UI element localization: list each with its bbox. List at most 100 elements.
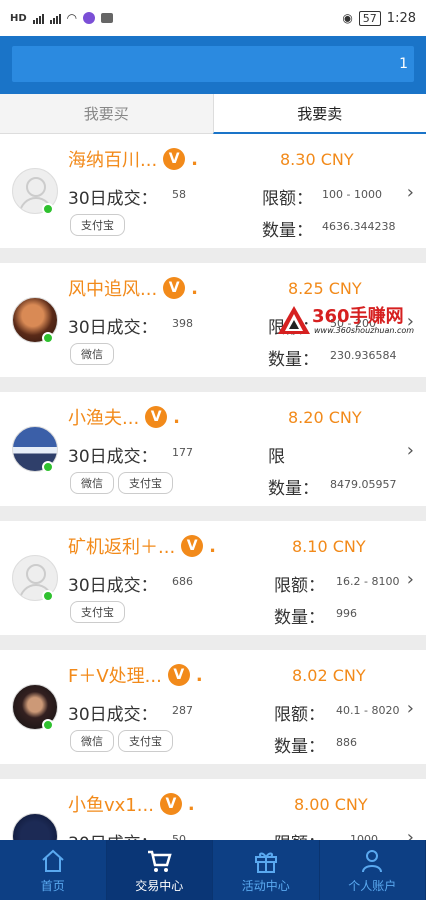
limit-label: 限额：: [262, 189, 313, 209]
volume-value: 398: [172, 317, 193, 330]
tab-trade-label: 交易中心: [135, 878, 184, 893]
price: 8.25 CNY: [288, 279, 362, 298]
chevron-right-icon[interactable]: ›: [407, 440, 414, 461]
status-bar: HD ◠ ◉ 57 1:28: [0, 0, 426, 36]
list-item[interactable]: 小渔夫... V. 30日成交： 177 微信 支付宝 8.20 CNY 限 数…: [0, 392, 426, 506]
header: 1: [0, 36, 426, 94]
list-item[interactable]: 海纳百川... V. 30日成交： 58 支付宝 8.30 CNY 限额： 10…: [0, 134, 426, 248]
volume-value: 287: [172, 704, 193, 717]
qty-label: 数量：: [274, 737, 325, 757]
hd-indicator: HD: [10, 12, 27, 24]
online-indicator: [42, 332, 54, 344]
payment-tag: 微信: [70, 472, 114, 494]
volume-label: 30日成交：: [68, 447, 158, 467]
user-icon: [362, 849, 383, 872]
qty-label: 数量：: [262, 221, 313, 241]
tab-account-label: 个人账户: [348, 878, 397, 893]
chevron-right-icon[interactable]: ›: [407, 182, 414, 203]
verified-icon: V: [163, 277, 186, 299]
price: 8.02 CNY: [292, 666, 366, 685]
volume-label: 30日成交：: [68, 705, 158, 725]
payment-tags: 支付宝: [70, 214, 125, 236]
online-indicator: [42, 203, 54, 215]
limit-value: 40.1 - 8020: [336, 704, 400, 717]
chevron-right-icon[interactable]: ›: [407, 311, 414, 332]
search-input[interactable]: 1: [12, 46, 414, 82]
price: 8.00 CNY: [294, 795, 368, 814]
qty-label: 数量：: [274, 608, 325, 628]
price: 8.30 CNY: [280, 150, 354, 169]
limit-label: 限额：: [274, 705, 325, 725]
online-indicator: [42, 461, 54, 473]
verified-icon: V: [163, 148, 186, 170]
volume-value: 50: [172, 833, 186, 840]
list-item[interactable]: 风中追风... V. 30日成交： 398 微信 8.25 CNY 限额： 50…: [0, 263, 426, 377]
trade-tabs: 我要买 我要卖: [0, 94, 426, 134]
payment-tag: 微信: [70, 343, 114, 365]
merchant-name: 小鱼vx1...: [68, 795, 154, 816]
qty-label: 数量：: [268, 350, 319, 370]
chevron-right-icon[interactable]: ›: [407, 827, 414, 840]
merchant-name: 风中追风...: [68, 279, 158, 300]
tab-home[interactable]: 首页: [0, 840, 107, 900]
search-value: 1: [399, 56, 408, 72]
volume-value: 177: [172, 446, 193, 459]
home-icon: [42, 849, 64, 872]
list-item[interactable]: 小鱼vx1... V. 30日成交： 50 8.00 CNY 限额： 1000 …: [0, 779, 426, 840]
qty-value: 230.936584: [330, 349, 397, 362]
qty-value: 4636.344238: [322, 220, 396, 233]
merchant-name: 矿机返利＋...: [68, 537, 176, 558]
gift-icon: [254, 852, 277, 873]
tab-account[interactable]: 个人账户: [320, 840, 426, 900]
signal-4g-icon: [49, 13, 61, 24]
bottom-tab-bar: 首页 交易中心 活动中心 个人账户: [0, 840, 426, 900]
tab-activity-label: 活动中心: [241, 878, 290, 893]
limit-value: 50 - 200: [330, 317, 376, 330]
verified-icon: V: [145, 406, 168, 428]
price: 8.10 CNY: [292, 537, 366, 556]
tab-home-label: 首页: [40, 878, 65, 893]
default-avatar-icon: [26, 177, 46, 197]
merchant-name: F＋V处理...: [68, 666, 162, 687]
status-time: 1:28: [386, 10, 416, 26]
default-avatar-icon: [26, 564, 46, 584]
verified-icon: V: [167, 664, 190, 686]
payment-tags: 微信 支付宝: [70, 472, 173, 494]
wifi-icon: ◠: [66, 11, 78, 25]
payment-tag: 支付宝: [70, 601, 125, 623]
payment-tags: 微信 支付宝: [70, 730, 173, 752]
list-item[interactable]: 矿机返利＋... V. 30日成交： 686 支付宝 8.10 CNY 限额： …: [0, 521, 426, 635]
limit-label: 限额：: [268, 318, 319, 338]
verified-icon: V: [181, 535, 204, 557]
eye-icon: ◉: [342, 11, 353, 25]
qty-value: 996: [336, 607, 357, 620]
online-indicator: [42, 719, 54, 731]
payment-tag: 支付宝: [118, 730, 173, 752]
cart-icon: [148, 850, 172, 872]
volume-label: 30日成交：: [68, 189, 158, 209]
limit-value: 16.2 - 8100: [336, 575, 400, 588]
merchant-name: 小渔夫...: [68, 408, 140, 429]
chevron-right-icon[interactable]: ›: [407, 569, 414, 590]
tab-activity-center[interactable]: 活动中心: [213, 840, 320, 900]
tab-trade-center[interactable]: 交易中心: [106, 840, 213, 900]
volume-label: 30日成交：: [68, 829, 158, 840]
chevron-right-icon[interactable]: ›: [407, 698, 414, 719]
verified-icon: V: [159, 793, 182, 815]
price: 8.20 CNY: [288, 408, 362, 427]
online-indicator: [42, 590, 54, 602]
payment-tags: 微信: [70, 343, 114, 365]
limit-label: 限额：: [274, 829, 325, 840]
volume-value: 58: [172, 188, 186, 201]
tab-buy[interactable]: 我要买: [0, 94, 213, 134]
limit-label: 限: [268, 447, 285, 467]
payment-tag: 微信: [70, 730, 114, 752]
qty-label: 数量：: [268, 479, 319, 499]
list-item[interactable]: F＋V处理... V. 30日成交： 287 微信 支付宝 8.02 CNY 限…: [0, 650, 426, 764]
qty-value: 8479.05957: [330, 478, 397, 491]
merchant-name: 海纳百川...: [68, 150, 158, 171]
limit-value: 100 - 1000: [322, 188, 382, 201]
tab-sell[interactable]: 我要卖: [212, 94, 426, 134]
payment-tags: 支付宝: [70, 601, 125, 623]
volume-value: 686: [172, 575, 193, 588]
